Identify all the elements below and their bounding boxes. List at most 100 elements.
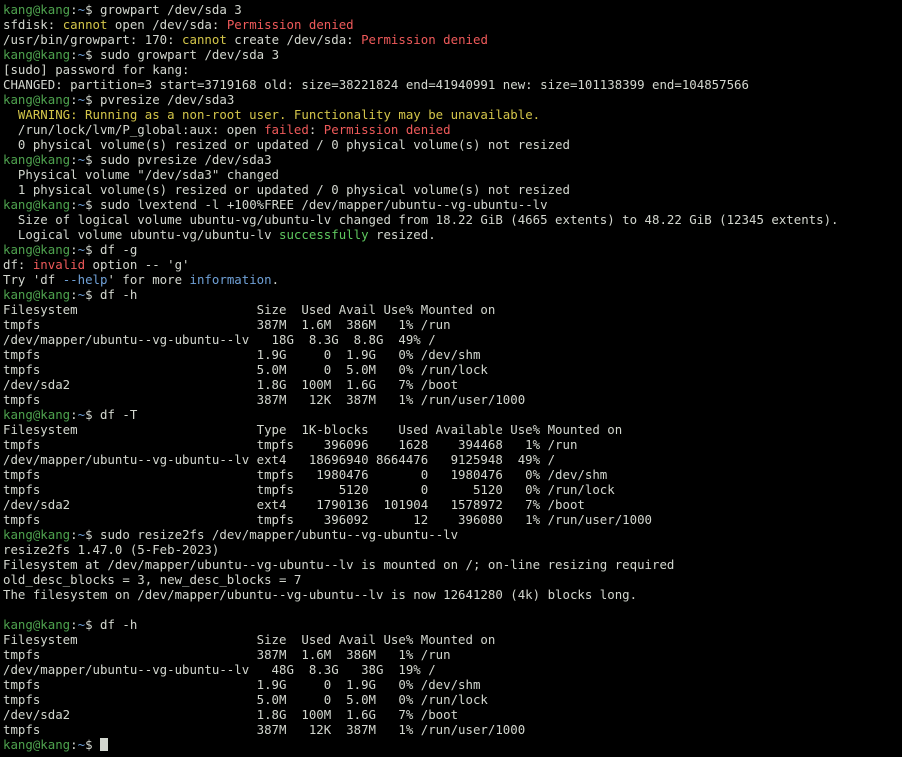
prompt-symbol: $ — [85, 152, 93, 167]
output-segment: failed — [264, 122, 309, 137]
output-line: resize2fs 1.47.0 (5-Feb-2023) — [3, 542, 220, 557]
prompt-line: kang@kang:~$ sudo pvresize /dev/sda3 — [3, 152, 902, 167]
output-line: tmpfs tmpfs 396092 12 396080 1% /run/use… — [3, 512, 653, 527]
prompt-line: kang@kang:~$ sudo resize2fs /dev/mapper/… — [3, 527, 902, 542]
output-line: sfdisk: cannot open /dev/sda: Permission… — [3, 17, 902, 32]
prompt-user: kang@kang — [3, 92, 71, 107]
prompt-line: kang@kang:~$ growpart /dev/sda 3 — [3, 2, 902, 17]
prompt-path: ~ — [77, 527, 86, 542]
output-line: /run/lock/lvm/P_global:aux: open failed:… — [3, 122, 902, 137]
command-text: df -h — [100, 617, 138, 632]
prompt-colon: : — [70, 527, 78, 542]
output-segment: Try 'df — [3, 272, 63, 287]
output-segment: successfully — [279, 227, 369, 242]
output-segment: sfdisk: — [3, 17, 63, 32]
prompt-user: kang@kang — [3, 197, 71, 212]
output-segment: information — [189, 272, 272, 287]
output-segment: Permission denied — [323, 122, 451, 137]
output-line: tmpfs 387M 12K 387M 1% /run/user/1000 — [3, 392, 526, 407]
command-text: df -T — [100, 407, 138, 422]
output-line: df: invalid option -- 'g' — [3, 257, 902, 272]
output-line: tmpfs 5.0M 0 5.0M 0% /run/lock — [3, 692, 488, 707]
output-line: old_desc_blocks = 3, new_desc_blocks = 7 — [3, 572, 302, 587]
prompt-line: kang@kang:~$ sudo growpart /dev/sda 3 — [3, 47, 902, 62]
output-line: tmpfs 387M 12K 387M 1% /run/user/1000 — [3, 722, 526, 737]
prompt-user: kang@kang — [3, 407, 71, 422]
terminal-window[interactable]: kang@kang:~$ growpart /dev/sda 3 sfdisk: … — [0, 0, 902, 757]
prompt-user: kang@kang — [3, 287, 71, 302]
prompt-path: ~ — [77, 197, 86, 212]
output-segment: /usr/bin/growpart: 170: — [3, 32, 183, 47]
output-segment: invalid — [32, 257, 86, 272]
output-line: /usr/bin/growpart: 170: cannot create /d… — [3, 32, 902, 47]
prompt-user: kang@kang — [3, 242, 71, 257]
command-text: df -g — [100, 242, 138, 257]
prompt-path: ~ — [77, 92, 86, 107]
prompt-user: kang@kang — [3, 2, 71, 17]
prompt-colon: : — [70, 617, 78, 632]
output-segment: df: — [3, 257, 33, 272]
prompt-colon: : — [70, 737, 78, 752]
text-cursor[interactable] — [100, 738, 109, 751]
prompt-user: kang@kang — [3, 527, 71, 542]
output-line: Size of logical volume ubuntu-vg/ubuntu-… — [3, 212, 839, 227]
prompt-line: kang@kang:~$ df -g — [3, 242, 902, 257]
output-line: /dev/sda2 1.8G 100M 1.6G 7% /boot — [3, 707, 459, 722]
output-line: Filesystem Type 1K-blocks Used Available… — [3, 422, 623, 437]
output-line: [sudo] password for kang: — [3, 62, 190, 77]
prompt-user: kang@kang — [3, 737, 71, 752]
output-segment: option -- 'g' — [85, 257, 190, 272]
output-segment: cannot — [182, 32, 227, 47]
command-text: pvresize /dev/sda3 — [100, 92, 235, 107]
prompt-symbol: $ — [85, 92, 93, 107]
prompt-user: kang@kang — [3, 47, 71, 62]
output-segment: Permission denied — [361, 32, 488, 47]
output-segment: create /dev/sda: — [226, 32, 362, 47]
prompt-symbol: $ — [85, 47, 93, 62]
prompt-path: ~ — [77, 47, 86, 62]
command-text: growpart /dev/sda 3 — [100, 2, 242, 17]
output-line: tmpfs tmpfs 1980476 0 1980476 0% /dev/sh… — [3, 467, 608, 482]
output-line: The filesystem on /dev/mapper/ubuntu--vg… — [3, 587, 638, 602]
output-segment: : — [308, 122, 324, 137]
output-segment: Logical volume ubuntu-vg/ubuntu-lv — [3, 227, 280, 242]
prompt-line: kang@kang:~$ sudo lvextend -l +100%FREE … — [3, 197, 902, 212]
output-line: tmpfs 1.9G 0 1.9G 0% /dev/shm — [3, 677, 481, 692]
output-line: tmpfs 5.0M 0 5.0M 0% /run/lock — [3, 362, 488, 377]
output-line: tmpfs 1.9G 0 1.9G 0% /dev/shm — [3, 347, 481, 362]
output-line: tmpfs tmpfs 5120 0 5120 0% /run/lock — [3, 482, 615, 497]
output-line: Try 'df --help' for more information. — [3, 272, 902, 287]
prompt-user: kang@kang — [3, 617, 71, 632]
prompt-symbol: $ — [85, 287, 93, 302]
output-segment: --help — [62, 272, 108, 287]
output-segment: : Running as a non-root user. Functional… — [70, 107, 541, 122]
prompt-symbol: $ — [85, 737, 93, 752]
prompt-path: ~ — [77, 617, 86, 632]
prompt-symbol: $ — [85, 242, 93, 257]
prompt-path: ~ — [77, 737, 86, 752]
command-text: sudo lvextend -l +100%FREE /dev/mapper/u… — [100, 197, 548, 212]
output-line: /dev/sda2 1.8G 100M 1.6G 7% /boot — [3, 377, 459, 392]
prompt-user: kang@kang — [3, 152, 71, 167]
prompt-symbol: $ — [85, 2, 93, 17]
output-segment: . — [271, 272, 280, 287]
prompt-symbol: $ — [85, 617, 93, 632]
prompt-symbol: $ — [85, 407, 93, 422]
prompt-colon: : — [70, 197, 78, 212]
command-text: sudo growpart /dev/sda 3 — [100, 47, 280, 62]
prompt-line: kang@kang:~$ pvresize /dev/sda3 — [3, 92, 902, 107]
output-line: 0 physical volume(s) resized or updated … — [3, 137, 570, 152]
output-segment: WARNING — [17, 107, 71, 122]
command-text: sudo pvresize /dev/sda3 — [100, 152, 272, 167]
